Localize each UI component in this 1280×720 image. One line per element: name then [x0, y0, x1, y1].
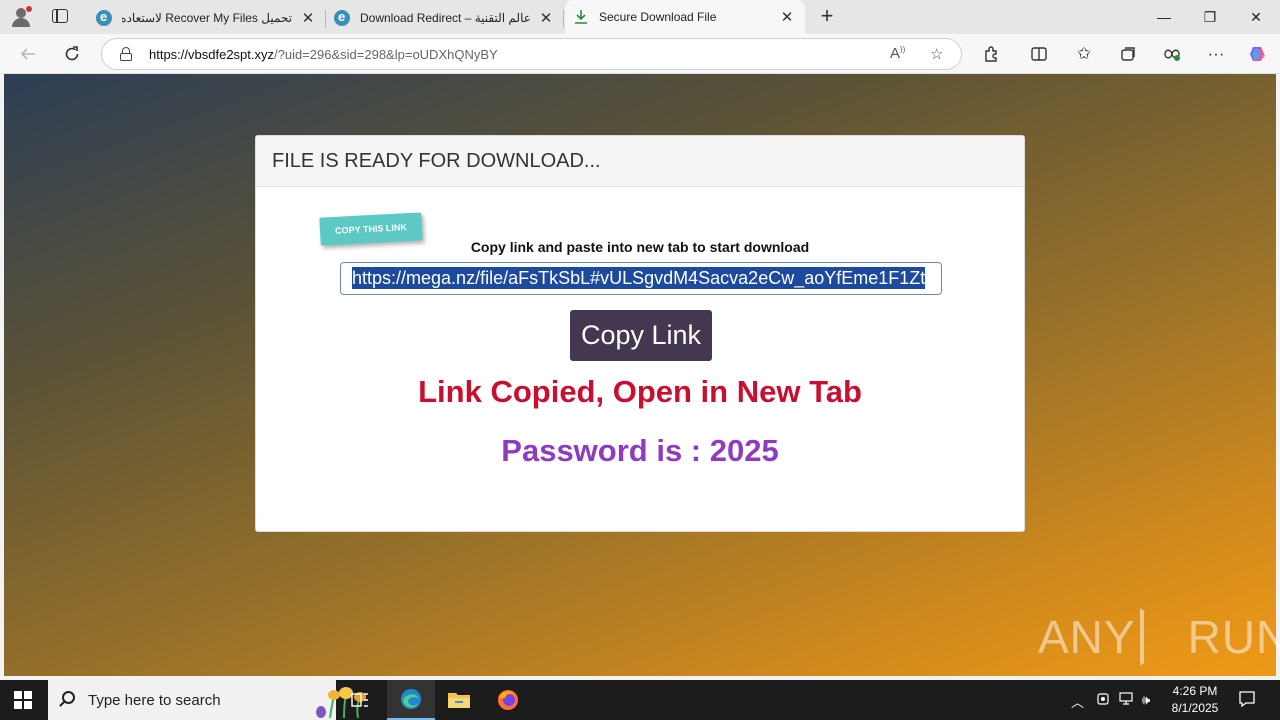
url-text: https://vbsdfe2spt.xyz/?uid=296&sid=298&…	[149, 47, 498, 62]
favorites-icon[interactable]: ✩	[1073, 43, 1095, 65]
back-icon[interactable]	[17, 43, 39, 65]
copilot-icon[interactable]	[1247, 43, 1269, 65]
new-tab-button[interactable]: +	[816, 5, 838, 27]
tab-actions-icon[interactable]	[52, 9, 68, 23]
task-view-icon[interactable]	[336, 680, 384, 720]
reload-icon[interactable]	[61, 43, 83, 65]
edge-taskbar-icon[interactable]	[387, 680, 435, 720]
firefox-icon[interactable]	[484, 680, 532, 720]
read-aloud-icon[interactable]: A))	[890, 45, 905, 62]
profile-icon[interactable]	[8, 5, 34, 29]
anyrun-watermark-logo: ANY RUN	[1038, 608, 1280, 666]
download-link-value: https://mega.nz/file/aFsTkSbL#vULSgvdM4S…	[352, 267, 926, 289]
url-host: https://vbsdfe2spt.xyz	[149, 47, 275, 62]
instruction-text: Copy link and paste into new tab to star…	[470, 239, 810, 255]
page-viewport: FILE IS READY FOR DOWNLOAD... COPY THIS …	[4, 74, 1280, 676]
windows-start-icon[interactable]	[14, 691, 32, 709]
browser-tab-strip: تحميل Recover My Files لاستعاده ا ✕ Down…	[0, 0, 1280, 34]
restore-button[interactable]: ❐	[1187, 0, 1233, 34]
watermark-right-text: RUN	[1187, 611, 1280, 663]
browser-toolbar: https://vbsdfe2spt.xyz/?uid=296&sid=298&…	[0, 34, 1280, 74]
browser-essentials-icon[interactable]	[1161, 43, 1183, 65]
device-icon[interactable]	[1096, 692, 1110, 709]
close-tab-icon[interactable]: ✕	[300, 9, 316, 27]
show-hidden-icons-icon[interactable]: ︿	[1071, 692, 1084, 711]
address-bar[interactable]: https://vbsdfe2spt.xyz/?uid=296&sid=298&…	[101, 38, 962, 70]
download-card: FILE IS READY FOR DOWNLOAD... COPY THIS …	[255, 135, 1025, 532]
notifications-icon[interactable]	[1238, 690, 1256, 711]
site-favicon-icon	[96, 9, 112, 26]
taskbar-search-box[interactable]: Type here to search	[48, 680, 366, 720]
file-explorer-icon[interactable]	[435, 680, 483, 720]
tab-recover-my-files[interactable]: تحميل Recover My Files لاستعاده ا ✕	[88, 2, 326, 34]
close-window-button[interactable]: ✕	[1233, 0, 1279, 34]
tab-title: تحميل Recover My Files لاستعاده ا	[122, 11, 292, 25]
collections-icon[interactable]	[1117, 43, 1139, 65]
link-copied-message: Link Copied, Open in New Tab	[418, 374, 862, 409]
tab-title: Secure Download File	[599, 10, 717, 24]
download-link-field[interactable]: https://mega.nz/file/aFsTkSbL#vULSgvdM4S…	[340, 262, 942, 295]
site-favicon-icon	[334, 9, 350, 26]
search-placeholder: Type here to search	[88, 692, 221, 709]
extensions-icon[interactable]	[980, 43, 1002, 65]
volume-icon[interactable]: 🕪	[1142, 692, 1150, 708]
clock-time: 4:26 PM	[1172, 684, 1218, 698]
favorite-star-icon[interactable]: ☆	[930, 45, 943, 63]
watermark-left-text: ANY	[1038, 611, 1136, 663]
play-icon	[1139, 608, 1184, 666]
tab-title: Download Redirect – عالم التقنية	[360, 11, 530, 25]
download-icon	[573, 9, 589, 25]
close-tab-icon[interactable]: ✕	[538, 9, 554, 27]
url-path: /?uid=296&sid=298&lp=oUDXhQNyBY	[274, 47, 498, 62]
search-icon	[62, 691, 75, 704]
minimize-button[interactable]: —	[1141, 0, 1187, 34]
tab-secure-download-file[interactable]: Secure Download File ✕	[565, 0, 805, 34]
copy-link-button[interactable]: Copy Link	[570, 310, 712, 361]
card-header: FILE IS READY FOR DOWNLOAD...	[256, 136, 1024, 187]
network-icon[interactable]	[1119, 692, 1135, 709]
lock-icon[interactable]	[120, 47, 132, 61]
split-screen-icon[interactable]	[1028, 43, 1050, 65]
taskbar-clock[interactable]: 4:26 PM 8/1/2025	[1164, 683, 1226, 717]
windows-taskbar: Type here to search ︿ 🕪 4:26 PM 8/1/2025	[0, 680, 1280, 720]
close-tab-icon[interactable]: ✕	[779, 8, 795, 26]
tab-download-redirect[interactable]: Download Redirect – عالم التقنية ✕	[326, 2, 564, 34]
more-menu-icon[interactable]: ···	[1205, 43, 1227, 65]
password-message: Password is : 2025	[501, 433, 779, 468]
clock-date: 8/1/2025	[1171, 701, 1219, 715]
